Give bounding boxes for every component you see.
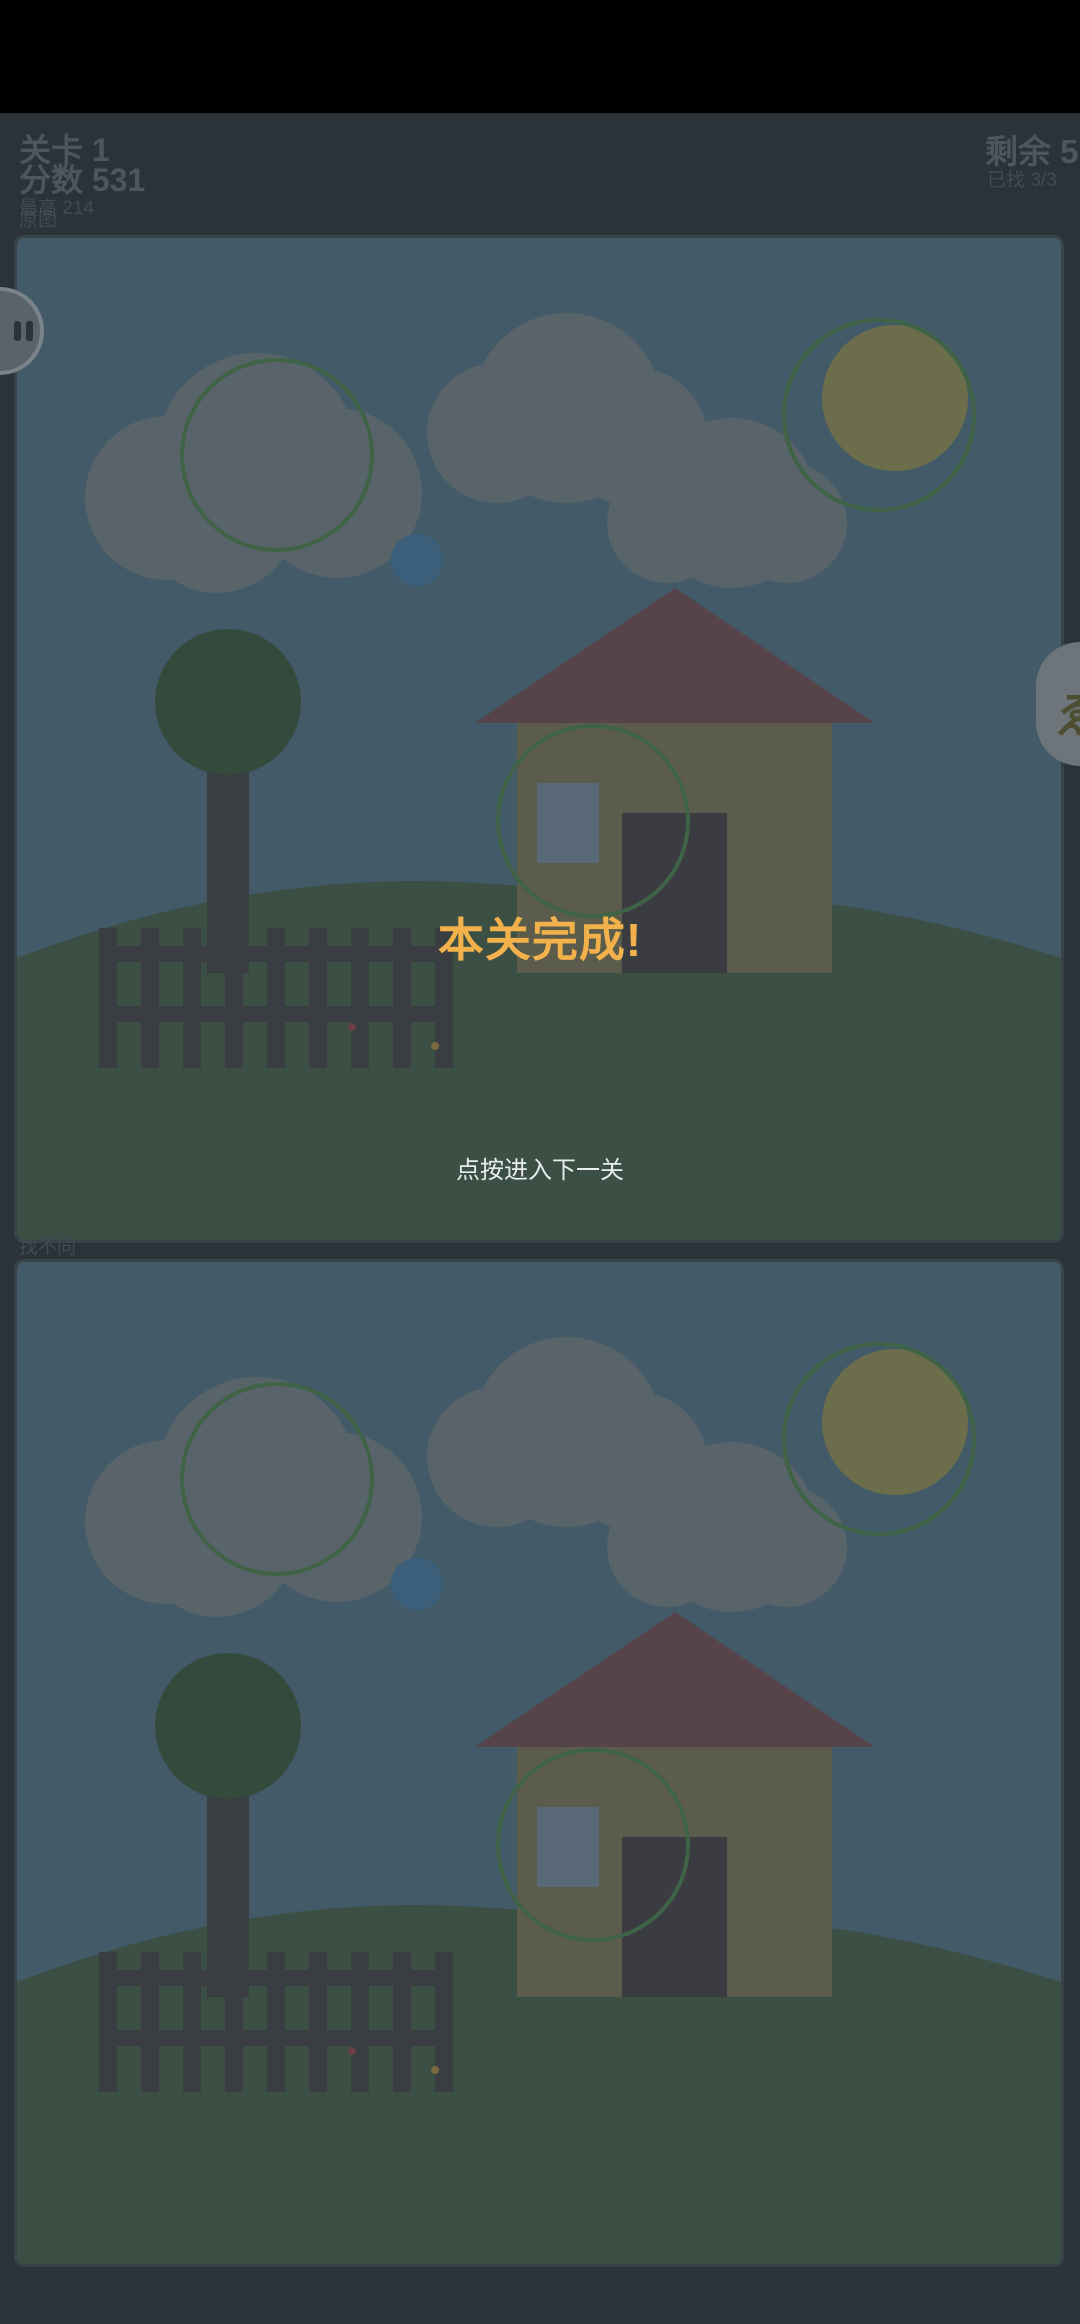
tree-top: [155, 1653, 301, 1799]
flower-red: [348, 2047, 356, 2055]
house-window: [537, 783, 599, 863]
modified-scene: [17, 1262, 1061, 2264]
game-hud: 关卡 1 分数 531 最高 214 剩余 5 已找 3/3: [0, 113, 1080, 233]
modified-image-panel[interactable]: [14, 1259, 1064, 2267]
original-panel-label: 原图: [19, 210, 58, 231]
flower-yellow: [431, 2066, 439, 2074]
tree-top: [155, 629, 301, 775]
blue-dot: [391, 534, 443, 586]
hint-icon: ゑ: [1056, 676, 1080, 746]
flower-yellow: [431, 1042, 439, 1050]
level-complete-title: 本关完成!: [437, 914, 643, 966]
original-scene: [17, 238, 1061, 1240]
status-bar: [0, 0, 1080, 113]
fence: [99, 1952, 453, 2092]
next-level-hint[interactable]: 点按进入下一关: [0, 1150, 1080, 1185]
house-window: [537, 1807, 599, 1887]
original-image-panel[interactable]: [14, 235, 1064, 1243]
flower-red: [348, 1023, 356, 1031]
blue-dot: [391, 1558, 443, 1610]
house-door: [622, 1837, 727, 1997]
modified-panel-label: 找不同: [19, 1237, 77, 1258]
found-count-label: 已找 3/3: [987, 170, 1057, 191]
